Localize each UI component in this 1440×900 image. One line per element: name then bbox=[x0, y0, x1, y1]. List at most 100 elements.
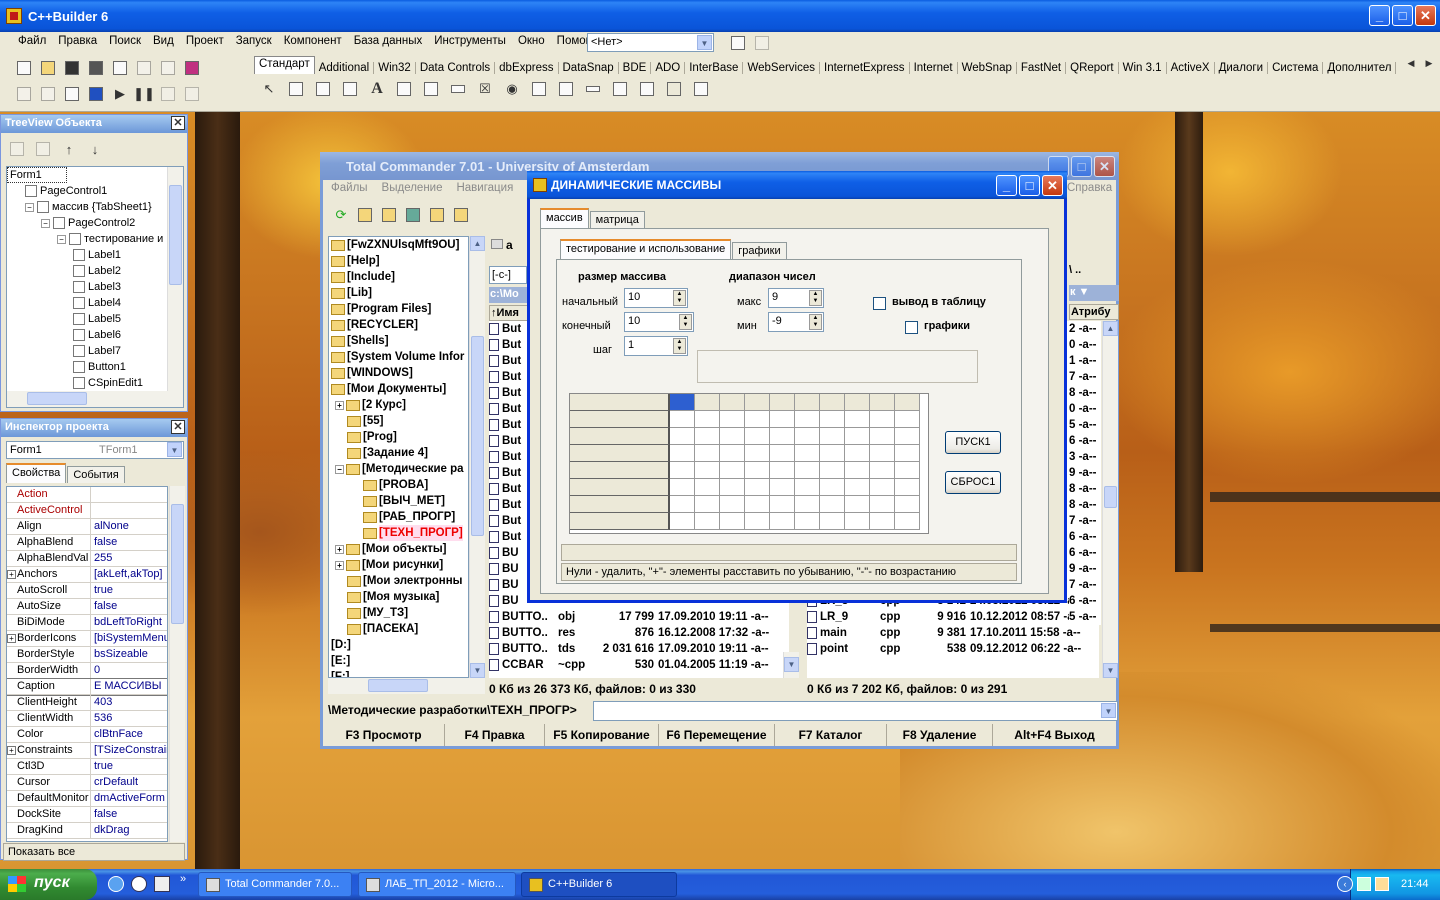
folder-item[interactable]: [WINDOWS] bbox=[329, 365, 468, 381]
property-row[interactable]: ActiveControl bbox=[7, 503, 167, 519]
toggle-form-icon[interactable] bbox=[62, 84, 82, 104]
grid-cell[interactable] bbox=[570, 445, 670, 462]
tree-node[interactable]: − массив {TabSheet1} bbox=[7, 199, 183, 215]
grid-cell[interactable] bbox=[720, 394, 745, 411]
pause-icon[interactable]: ❚❚ bbox=[133, 84, 155, 104]
tree-node[interactable]: CSpinEdit1 bbox=[7, 375, 183, 391]
tc-col-name[interactable]: ↑Имя bbox=[489, 305, 531, 321]
open-project-icon[interactable] bbox=[110, 58, 130, 78]
dlg-titlebar[interactable]: ДИНАМИЧЕСКИЕ МАССИВЫ _ □ ✕ bbox=[527, 171, 1067, 199]
property-value[interactable] bbox=[91, 503, 167, 518]
folder-item[interactable]: [F:] bbox=[329, 669, 468, 677]
grid-cell[interactable] bbox=[770, 462, 795, 479]
grid-cell[interactable] bbox=[895, 411, 920, 428]
property-row[interactable]: ClientHeight 403 bbox=[7, 695, 167, 711]
grid-cell[interactable] bbox=[895, 479, 920, 496]
tab-graphs[interactable]: графики bbox=[732, 242, 787, 259]
tray-expand-icon[interactable]: ‹ bbox=[1337, 876, 1353, 892]
edit-icon[interactable] bbox=[393, 78, 415, 100]
grid-cell[interactable] bbox=[870, 428, 895, 445]
builder-titlebar[interactable]: C++Builder 6 _ □ ✕ bbox=[0, 0, 1440, 32]
grid-cell[interactable] bbox=[895, 394, 920, 411]
tc-tree-hscroll[interactable] bbox=[328, 678, 485, 694]
palette-tab[interactable]: FastNet bbox=[1017, 62, 1067, 74]
tc-menu-select[interactable]: Выделение bbox=[382, 182, 443, 194]
grid-cell[interactable] bbox=[820, 428, 845, 445]
radiobutton-icon[interactable]: ◉ bbox=[501, 78, 523, 100]
file-row[interactable]: LR_9 cpp 9 916 10.12.2012 08:57 -a-- bbox=[807, 609, 1099, 625]
expand-toggle-icon[interactable]: + bbox=[335, 400, 344, 410]
folder-item[interactable]: [ПАСЕКА] bbox=[329, 621, 468, 637]
file-row[interactable]: main cpp 9 381 17.10.2011 15:58 -a-- bbox=[807, 625, 1099, 641]
arrow-down-icon[interactable]: ▼ bbox=[470, 663, 485, 678]
folder-item[interactable]: [Help] bbox=[329, 253, 468, 269]
property-row[interactable]: DragKind dkDrag bbox=[7, 823, 167, 839]
grid-cell[interactable] bbox=[670, 411, 695, 428]
grid-cell[interactable] bbox=[695, 445, 720, 462]
chevron-down-icon[interactable]: ▼ bbox=[167, 442, 182, 457]
grid-cell[interactable] bbox=[820, 462, 845, 479]
tree-node[interactable]: Label6 bbox=[7, 327, 183, 343]
property-row[interactable]: ClientWidth 536 bbox=[7, 711, 167, 727]
arrow-down-icon[interactable]: ▼ bbox=[1103, 663, 1118, 678]
step-spinedit[interactable]: 1 ▲ ▼ bbox=[624, 336, 688, 356]
menu-edit[interactable]: Правка bbox=[58, 35, 97, 47]
close-button[interactable]: ✕ bbox=[1415, 5, 1436, 26]
grid-cell[interactable] bbox=[820, 411, 845, 428]
config-combo[interactable]: <Нет> ▼ bbox=[587, 33, 714, 52]
expand-toggle-icon[interactable]: − bbox=[335, 464, 344, 474]
menu-window[interactable]: Окно bbox=[518, 35, 545, 47]
property-row[interactable]: AutoSize false bbox=[7, 599, 167, 615]
property-value[interactable]: 403 bbox=[91, 695, 167, 710]
folder-item[interactable]: + [Мои рисунки] bbox=[329, 557, 468, 573]
folder-item[interactable]: [МУ_ТЗ] bbox=[329, 605, 468, 621]
folder-item[interactable]: [Prog] bbox=[329, 429, 468, 445]
network-icon[interactable] bbox=[1357, 877, 1371, 891]
tree-node[interactable]: − PageControl2 bbox=[7, 215, 183, 231]
delete-icon[interactable] bbox=[7, 139, 27, 159]
palette-tab[interactable]: ADO bbox=[651, 62, 686, 74]
f4-edit-button[interactable]: F4 Правка bbox=[445, 724, 545, 746]
property-value[interactable]: false bbox=[91, 535, 167, 550]
f3-view-button[interactable]: F3 Просмотр bbox=[323, 724, 445, 746]
grid-cell[interactable] bbox=[845, 479, 870, 496]
run-button[interactable]: ПУСК1 bbox=[945, 431, 1001, 454]
property-row[interactable]: Color clBtnFace bbox=[7, 727, 167, 743]
remove-file-icon[interactable] bbox=[158, 58, 178, 78]
grid-cell[interactable] bbox=[895, 445, 920, 462]
menu-run[interactable]: Запуск bbox=[236, 35, 272, 47]
tree-view-icon[interactable] bbox=[379, 205, 399, 225]
new-item-icon[interactable] bbox=[33, 139, 53, 159]
memo-icon[interactable] bbox=[420, 78, 442, 100]
tc-drive-select[interactable]: [-c-] bbox=[489, 266, 527, 284]
grid-cell[interactable] bbox=[695, 411, 720, 428]
property-value[interactable]: Е МАССИВЫ bbox=[91, 679, 167, 694]
property-value[interactable]: 536 bbox=[91, 711, 167, 726]
tree-node[interactable]: Form1 bbox=[7, 167, 67, 183]
grid-cell[interactable] bbox=[570, 428, 670, 445]
expand-toggle-icon[interactable]: + bbox=[7, 634, 16, 643]
property-value[interactable]: [akLeft,akTop] bbox=[91, 567, 167, 582]
combobox-icon[interactable] bbox=[555, 78, 577, 100]
grid-cell[interactable] bbox=[720, 496, 745, 513]
max-spinedit[interactable]: 9 ▲ ▼ bbox=[768, 288, 824, 308]
desktop-icon[interactable] bbox=[154, 876, 170, 892]
folder-item[interactable]: [Program Files] bbox=[329, 301, 468, 317]
grid-cell[interactable] bbox=[795, 411, 820, 428]
grid-cell[interactable] bbox=[720, 428, 745, 445]
property-value[interactable]: bdLeftToRight bbox=[91, 615, 167, 630]
property-value[interactable]: dkDrag bbox=[91, 823, 167, 838]
grid-cell[interactable] bbox=[745, 496, 770, 513]
palette-tab[interactable]: Диалоги bbox=[1215, 62, 1269, 74]
grid-cell[interactable] bbox=[670, 428, 695, 445]
minimize-button[interactable]: _ bbox=[1369, 5, 1390, 26]
grid-cell[interactable] bbox=[720, 479, 745, 496]
palette-tab[interactable]: Дополнител bbox=[1323, 62, 1397, 74]
min-spinedit[interactable]: -9 ▲ ▼ bbox=[768, 312, 824, 332]
media-player-icon[interactable] bbox=[131, 876, 147, 892]
spin-arrows-icon[interactable]: ▲ ▼ bbox=[809, 314, 822, 330]
grid-cell[interactable] bbox=[895, 496, 920, 513]
maximize-button[interactable]: □ bbox=[1392, 5, 1413, 26]
tree-node[interactable]: Button1 bbox=[7, 359, 183, 375]
tree-node[interactable]: − тестирование и bbox=[7, 231, 183, 247]
